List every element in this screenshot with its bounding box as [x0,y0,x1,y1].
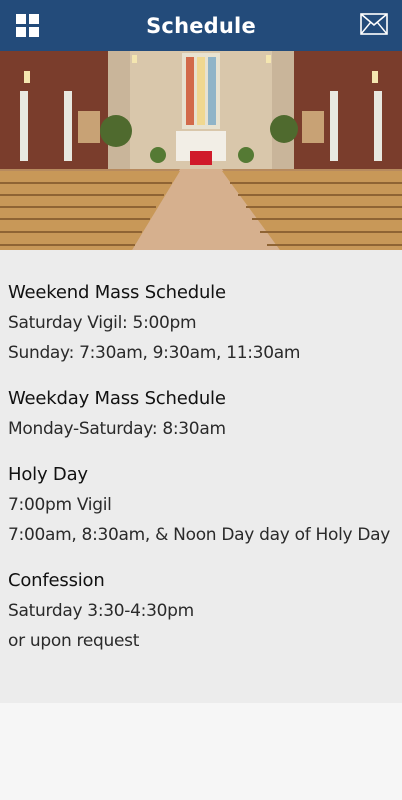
grid-cell [16,27,26,37]
schedule-line: 7:00am, 8:30am, & Noon Day day of Holy D… [8,525,391,545]
church-interior-photo [0,51,402,250]
grid-cell [16,14,26,24]
schedule-line: Saturday Vigil: 5:00pm [8,313,197,333]
schedule-content: Weekend Mass Schedule Saturday Vigil: 5:… [0,250,402,703]
schedule-line: 7:00pm Vigil [8,495,112,515]
schedule-section: Weekday Mass Schedule Monday-Saturday: 8… [8,384,394,444]
page-footer-space [0,703,402,800]
page-title: Schedule [146,13,256,38]
grid-cell [29,14,39,24]
schedule-section: Holy Day 7:00pm Vigil 7:00am, 8:30am, & … [8,460,394,550]
grid-cell [29,27,39,37]
grid-menu-icon[interactable] [14,12,40,38]
section-title: Holy Day [8,464,88,485]
church-interior-illustration [0,51,402,250]
section-title: Confession [8,570,105,591]
app-header: Schedule [0,0,402,51]
schedule-line: or upon request [8,631,140,651]
schedule-line: Monday-Saturday: 8:30am [8,419,226,439]
schedule-line: Sunday: 7:30am, 9:30am, 11:30am [8,343,301,363]
mail-icon[interactable] [360,13,388,35]
schedule-line: Saturday 3:30-4:30pm [8,601,194,621]
section-title: Weekend Mass Schedule [8,282,226,303]
schedule-section: Confession Saturday 3:30-4:30pm or upon … [8,566,394,656]
section-title: Weekday Mass Schedule [8,388,226,409]
schedule-section: Weekend Mass Schedule Saturday Vigil: 5:… [8,278,394,368]
